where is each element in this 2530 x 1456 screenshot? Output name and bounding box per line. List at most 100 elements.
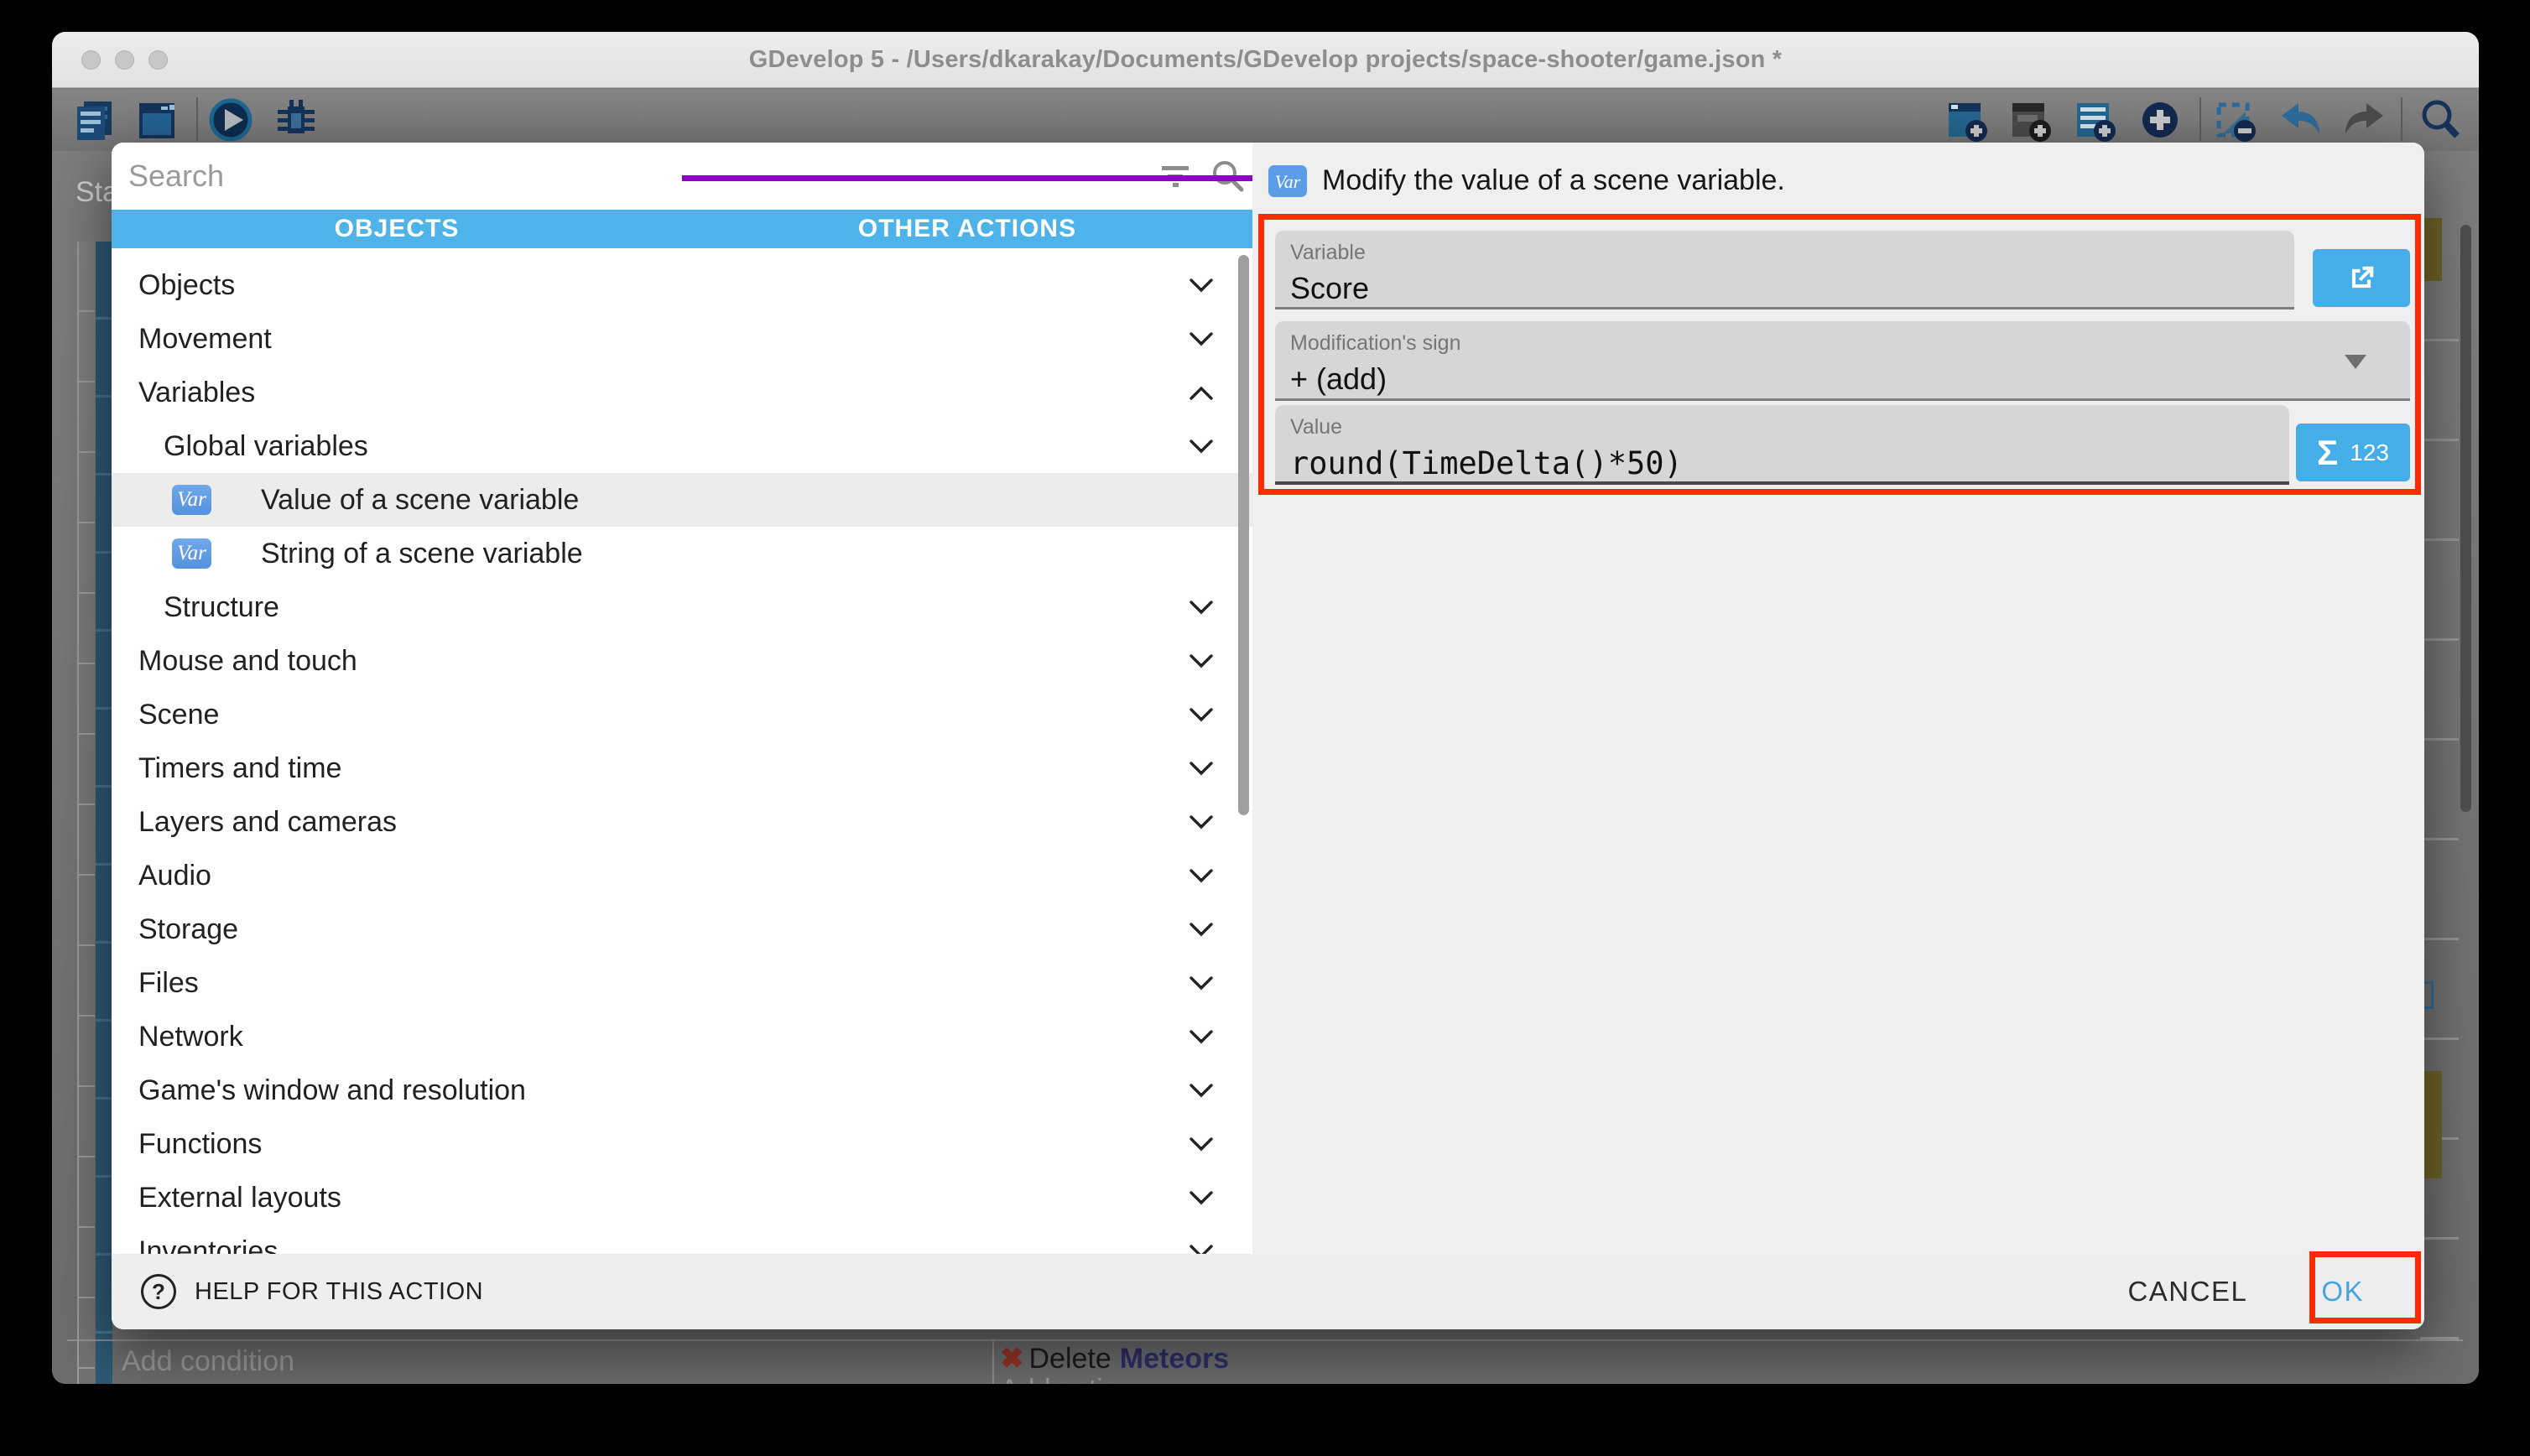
variable-icon: Var (1268, 165, 1307, 197)
project-manager-button[interactable] (70, 96, 118, 144)
category-row[interactable]: Mouse and touch (112, 634, 1252, 688)
instruction-category-list: Objects Movement Variables Global variab… (112, 248, 1252, 1254)
variable-field[interactable]: Variable Score (1275, 231, 2294, 309)
events-scrollbar[interactable] (2460, 225, 2471, 812)
numeric-badge: 123 (2350, 439, 2389, 466)
chevron-down-icon (1188, 868, 1215, 884)
category-row-expanded[interactable]: Variables (112, 366, 1252, 419)
play-icon (207, 96, 254, 143)
add-comment-button[interactable] (2071, 96, 2120, 144)
chevron-down-icon (1188, 600, 1215, 616)
chevron-down-icon (1188, 653, 1215, 669)
delete-action-text: Delete (1029, 1343, 1111, 1375)
modification-sign-select[interactable]: Modification's sign + (add) (1275, 321, 2410, 401)
search-events-button[interactable] (2416, 96, 2465, 144)
category-row[interactable]: External layouts (112, 1171, 1252, 1225)
sign-field-value: + (add) (1290, 361, 2410, 397)
category-row[interactable]: Objects (112, 258, 1252, 312)
instruction-tabs: OBJECTS OTHER ACTIONS (112, 210, 1252, 248)
action-row-selected[interactable]: Var Value of a scene variable (112, 473, 1252, 527)
play-button[interactable] (206, 96, 255, 144)
toolbar-separator (2401, 97, 2402, 141)
category-row[interactable]: Inventories (112, 1225, 1252, 1254)
chevron-down-icon (1188, 1083, 1215, 1099)
dropdown-arrow-icon (2345, 355, 2366, 369)
debug-bug-icon (273, 96, 320, 143)
active-tab-indicator (682, 175, 1252, 181)
category-row[interactable]: Network (112, 1010, 1252, 1063)
tab-other-actions[interactable]: OTHER ACTIONS (682, 210, 1252, 248)
chevron-down-icon (1188, 761, 1215, 777)
delete-x-icon: ✖ (1000, 1342, 1024, 1375)
window-title: GDevelop 5 - /Users/dkarakay/Documents/G… (749, 46, 1783, 74)
add-sub-event-icon (2007, 96, 2054, 143)
help-icon: ? (141, 1274, 176, 1309)
chevron-up-icon (1188, 385, 1215, 401)
sign-field-label: Modification's sign (1290, 331, 2410, 356)
minimize-window-button[interactable] (115, 50, 134, 70)
list-scrollbar[interactable] (1238, 255, 1249, 815)
help-for-this-action-button[interactable]: ? HELP FOR THIS ACTION (141, 1274, 483, 1309)
category-row[interactable]: Game's window and resolution (112, 1063, 1252, 1117)
add-sub-event-button[interactable] (2007, 96, 2055, 144)
category-row[interactable]: Movement (112, 312, 1252, 366)
start-scene-button[interactable] (133, 96, 182, 144)
category-row[interactable]: Storage (112, 902, 1252, 956)
event-rows-left-edge (77, 242, 95, 1384)
chevron-down-icon (1188, 922, 1215, 938)
value-expression-field[interactable]: Value round(TimeDelta()*50) (1275, 405, 2289, 485)
chevron-down-icon (1188, 1190, 1215, 1206)
variable-icon: Var (172, 538, 211, 569)
add-event-button[interactable] (1943, 96, 1991, 144)
svg-text:Var: Var (1275, 171, 1301, 192)
toolbar-separator (2199, 97, 2201, 141)
background-action-block (2422, 218, 2442, 281)
background-action-row: ✖ Delete Meteors (1000, 1342, 1229, 1375)
variable-field-value: Score (1290, 271, 2294, 306)
ok-button[interactable]: OK (2321, 1276, 2364, 1308)
action-row[interactable]: Var String of a scene variable (112, 527, 1252, 580)
close-window-button[interactable] (81, 50, 101, 70)
add-other-button[interactable] (2136, 96, 2184, 144)
delete-action-object: Meteors (1120, 1343, 1229, 1375)
chevron-down-icon (1188, 975, 1215, 991)
help-label: HELP FOR THIS ACTION (195, 1278, 483, 1306)
add-comment-icon (2072, 96, 2119, 143)
delete-event-icon (2212, 96, 2259, 143)
action-header: Var Modify the value of a scene variable… (1268, 164, 1785, 197)
category-row[interactable]: Scene (112, 688, 1252, 741)
event-column-divider (992, 1339, 994, 1384)
background-action-block (2422, 1071, 2442, 1178)
subcategory-row[interactable]: Structure (112, 580, 1252, 634)
chevron-down-icon (1188, 707, 1215, 723)
main-toolbar (52, 89, 2479, 151)
variable-field-label: Variable (1290, 241, 2294, 265)
search-icon (2417, 96, 2464, 143)
chevron-down-icon (1188, 439, 1215, 455)
category-row[interactable]: Layers and cameras (112, 795, 1252, 849)
open-variable-editor-button[interactable] (2313, 249, 2410, 307)
add-condition-link: Add condition (122, 1345, 294, 1378)
titlebar: GDevelop 5 - /Users/dkarakay/Documents/G… (52, 32, 2479, 88)
category-row[interactable]: Files (112, 956, 1252, 1010)
action-title: Modify the value of a scene variable. (1322, 164, 1785, 197)
chevron-down-icon (1188, 1244, 1215, 1255)
cancel-button[interactable]: CANCEL (2127, 1276, 2247, 1308)
instruction-editor-dialog: OBJECTS OTHER ACTIONS Objects Movement V… (112, 143, 2424, 1329)
redo-button[interactable] (2340, 96, 2389, 144)
category-row[interactable]: Audio (112, 849, 1252, 902)
dialog-footer: ? HELP FOR THIS ACTION CANCEL OK (112, 1254, 2424, 1329)
category-row[interactable]: Functions (112, 1117, 1252, 1171)
undo-button[interactable] (2276, 96, 2324, 144)
sigma-icon: Σ (2317, 433, 2338, 473)
expression-builder-button[interactable]: Σ 123 (2296, 424, 2410, 481)
tab-objects[interactable]: OBJECTS (112, 210, 682, 248)
category-row[interactable]: Timers and time (112, 741, 1252, 795)
chevron-down-icon (1188, 331, 1215, 347)
value-field-label: Value (1290, 415, 2289, 439)
subcategory-row[interactable]: Global variables (112, 419, 1252, 473)
zoom-window-button[interactable] (148, 50, 168, 70)
delete-event-button[interactable] (2211, 96, 2260, 144)
add-action-link: Add action (1000, 1374, 1135, 1384)
debug-button[interactable] (272, 96, 320, 144)
